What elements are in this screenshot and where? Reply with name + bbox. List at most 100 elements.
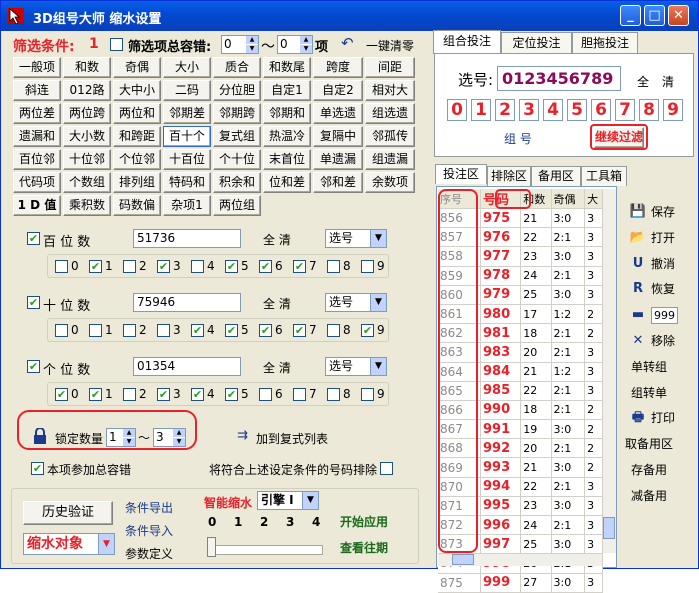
digit-checkbox[interactable]: ✔: [89, 260, 102, 273]
spin-up-icon[interactable]: ▲: [246, 36, 258, 44]
limit-value[interactable]: 999: [651, 307, 678, 325]
condition-button[interactable]: 遗漏和: [13, 126, 61, 147]
condition-button[interactable]: 一般项: [13, 57, 61, 78]
condition-button[interactable]: 大小: [163, 57, 211, 78]
digit-checkbox[interactable]: ✔: [293, 260, 306, 273]
condition-button[interactable]: 个数组: [63, 172, 111, 193]
subtab-2[interactable]: 备用区: [531, 166, 581, 186]
condition-button[interactable]: 两位组: [213, 195, 261, 216]
tab-drag[interactable]: 胆拖投注: [572, 32, 638, 54]
table-row[interactable]: 858 977 23 3:0 3: [438, 246, 603, 267]
spin-down-icon[interactable]: ▼: [300, 45, 312, 53]
import-conditions-button[interactable]: 条件导入: [125, 522, 173, 539]
table-row[interactable]: 873 997 25 3:0 3: [438, 534, 603, 555]
condition-button[interactable]: 位和差: [263, 172, 311, 193]
tool-button-4[interactable]: ▬ 999: [632, 304, 678, 326]
clear-all-button[interactable]: 一键清零: [366, 37, 414, 54]
position-clear-button[interactable]: 全 清: [263, 359, 291, 376]
table-row[interactable]: 862 981 18 2:1 2: [438, 323, 603, 344]
select-all-button[interactable]: 全: [637, 73, 649, 90]
position-input[interactable]: 51736: [133, 229, 241, 248]
undo-arrow-icon[interactable]: ↶: [341, 34, 354, 52]
position-checkbox[interactable]: ✔: [27, 232, 40, 245]
condition-button[interactable]: 邻孤传: [365, 126, 415, 147]
position-checkbox[interactable]: ✔: [27, 360, 40, 373]
digit-checkbox[interactable]: ✔: [55, 388, 68, 401]
condition-button[interactable]: 间距: [365, 57, 415, 78]
condition-button[interactable]: 奇偶: [113, 57, 161, 78]
table-row[interactable]: 861 980 17 1:2 2: [438, 304, 603, 325]
digit-checkbox[interactable]: [327, 260, 340, 273]
condition-button[interactable]: 十百位: [163, 149, 211, 170]
add-to-list-button[interactable]: 加到复式列表: [256, 430, 328, 447]
position-mode-select[interactable]: 选号 ▼: [325, 357, 387, 376]
pick-digit-button[interactable]: 6: [591, 99, 611, 121]
table-row[interactable]: 863 983 20 2:1 3: [438, 342, 603, 363]
table-row[interactable]: 860 979 25 3:0 3: [438, 285, 603, 305]
table-row[interactable]: 867 991 19 3:0 2: [438, 419, 603, 440]
table-header-cell[interactable]: 序号: [438, 189, 482, 209]
table-row[interactable]: 868 992 20 2:1 2: [438, 438, 603, 459]
pick-digit-button[interactable]: 4: [543, 99, 563, 121]
pick-digit-button[interactable]: 5: [567, 99, 587, 121]
table-row[interactable]: 864 984 21 1:2 3: [438, 362, 603, 382]
tool-button-5[interactable]: ✕ 移除: [633, 330, 675, 352]
condition-button[interactable]: 自定2: [313, 80, 363, 101]
chevron-down-icon[interactable]: ▼: [302, 492, 318, 509]
spin-up-icon[interactable]: ▲: [123, 429, 135, 437]
condition-button[interactable]: 余数项: [365, 172, 415, 193]
condition-button[interactable]: 邻期跨: [213, 103, 261, 124]
lock-max-stepper[interactable]: 3 ▲ ▼: [153, 428, 186, 447]
chevron-down-icon[interactable]: ▼: [98, 534, 114, 554]
position-input[interactable]: 01354: [133, 357, 241, 376]
table-row[interactable]: 872 996 24 2:1 3: [438, 515, 603, 536]
tool-button-10[interactable]: 存备用: [631, 459, 667, 481]
spin-down-icon[interactable]: ▼: [123, 438, 135, 446]
history-verify-button[interactable]: 历史验证: [23, 501, 113, 525]
condition-button[interactable]: 排列组: [113, 172, 161, 193]
digit-checkbox[interactable]: [89, 324, 102, 337]
condition-button[interactable]: 和跨距: [113, 126, 161, 147]
digit-checkbox[interactable]: [327, 388, 340, 401]
pick-digit-button[interactable]: 9: [663, 99, 683, 121]
digit-checkbox[interactable]: [157, 324, 170, 337]
pick-digit-button[interactable]: 8: [639, 99, 659, 121]
condition-button[interactable]: 杂项1: [163, 195, 211, 216]
condition-button[interactable]: 百十个: [163, 126, 211, 147]
slider-track[interactable]: [207, 545, 323, 555]
tolerance-max-stepper[interactable]: 0 ▲ ▼: [277, 35, 313, 54]
clear-pick-button[interactable]: 清: [662, 73, 674, 90]
pick-digit-button[interactable]: 3: [519, 99, 539, 121]
condition-button[interactable]: 二码: [163, 80, 211, 101]
pick-input[interactable]: 0123456789: [497, 66, 621, 91]
close-button[interactable]: ✕: [668, 5, 689, 26]
condition-button[interactable]: 和数: [63, 57, 111, 78]
group-button[interactable]: 组 号: [504, 130, 532, 147]
digit-checkbox[interactable]: ✔: [157, 260, 170, 273]
v-scrollbar[interactable]: [602, 189, 616, 553]
digit-checkbox[interactable]: ✔: [259, 324, 272, 337]
digit-checkbox[interactable]: [123, 260, 136, 273]
condition-button[interactable]: 邻和差: [313, 172, 363, 193]
tool-button-6[interactable]: 单转组: [631, 356, 667, 378]
digit-checkbox[interactable]: [361, 260, 374, 273]
tolerance-include-checkbox[interactable]: ✔: [31, 462, 44, 475]
position-clear-button[interactable]: 全 清: [263, 295, 291, 312]
condition-button[interactable]: 复隔中: [313, 126, 363, 147]
tool-button-2[interactable]: U 撤消: [633, 253, 675, 275]
digit-checkbox[interactable]: [191, 260, 204, 273]
digit-checkbox[interactable]: ✔: [89, 388, 102, 401]
subtab-3[interactable]: 工具箱: [581, 166, 627, 186]
condition-button[interactable]: 012路: [63, 80, 111, 101]
table-row[interactable]: 866 990 18 2:1 2: [438, 400, 603, 421]
condition-button[interactable]: 1 D 值: [13, 195, 61, 216]
engine-select[interactable]: 引擎 I ▼: [257, 491, 319, 510]
total-tolerance-checkbox[interactable]: [110, 38, 123, 51]
digit-checkbox[interactable]: [123, 324, 136, 337]
table-row[interactable]: 865 985 22 2:1 3: [438, 381, 603, 401]
condition-button[interactable]: 末首位: [263, 149, 311, 170]
digit-checkbox[interactable]: [293, 388, 306, 401]
position-checkbox[interactable]: ✔: [27, 296, 40, 309]
pick-digit-button[interactable]: 0: [447, 99, 467, 121]
condition-button[interactable]: 乘积数: [63, 195, 111, 216]
